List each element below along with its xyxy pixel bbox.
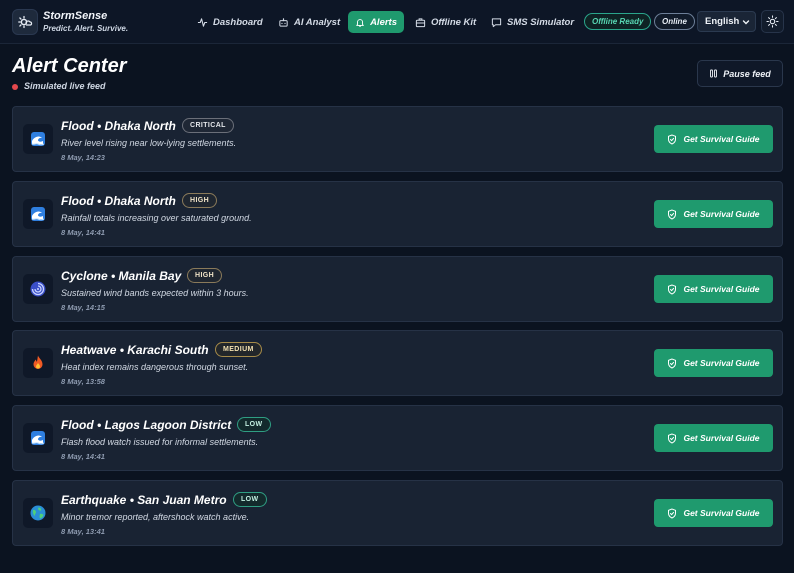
live-feed-label: Simulated live feed	[24, 81, 106, 91]
nav-ai-analyst[interactable]: AI Analyst	[271, 11, 347, 33]
get-survival-guide-button[interactable]: Get Survival Guide	[654, 200, 773, 228]
severity-badge: CRITICAL	[182, 118, 234, 133]
severity-badge: HIGH	[182, 193, 218, 208]
alert-card: Heatwave • Karachi South MEDIUM Heat index…	[12, 330, 783, 396]
alert-card: Flood • Dhaka North CRITICAL River level r…	[12, 106, 783, 172]
alert-timestamp: 8 May, 13:58	[61, 377, 105, 386]
alert-title: Cyclone • Manila Bay	[61, 269, 182, 283]
alert-timestamp: 8 May, 14:41	[61, 452, 105, 461]
survival-guide-label: Get Survival Guide	[683, 508, 760, 518]
severity-badge: MEDIUM	[215, 342, 262, 357]
get-survival-guide-button[interactable]: Get Survival Guide	[654, 275, 773, 303]
language-select-value: English	[705, 16, 740, 27]
top-bar: StormSense Predict. Alert. Survive. Dash…	[0, 0, 794, 44]
shield-check-icon	[668, 357, 677, 369]
alert-timestamp: 8 May, 13:41	[61, 527, 105, 536]
storm-sun-icon[interactable]	[12, 9, 38, 35]
activity-icon	[197, 17, 208, 27]
alert-description: River level rising near low-lying settle…	[61, 138, 237, 148]
get-survival-guide-button[interactable]: Get Survival Guide	[654, 499, 773, 527]
pause-feed-label: Pause feed	[723, 68, 771, 79]
shield-check-icon	[668, 208, 677, 220]
brand-tagline: Predict. Alert. Survive.	[43, 24, 129, 33]
survival-guide-label: Get Survival Guide	[683, 284, 760, 294]
survival-guide-label: Get Survival Guide	[683, 358, 760, 368]
pause-icon	[710, 69, 718, 78]
get-survival-guide-button[interactable]: Get Survival Guide	[654, 424, 773, 452]
alert-timestamp: 8 May, 14:41	[61, 228, 105, 237]
flood-wave-icon	[23, 423, 53, 453]
shield-check-icon	[668, 432, 677, 444]
shield-check-icon	[668, 133, 677, 145]
severity-badge: LOW	[233, 492, 267, 507]
bot-icon	[279, 17, 288, 27]
nav-alerts[interactable]: Alerts	[348, 11, 404, 33]
alert-description: Rainfall totals increasing over saturate…	[61, 213, 252, 223]
pause-feed-button[interactable]: Pause feed	[697, 60, 783, 87]
fire-icon	[23, 348, 53, 378]
alert-title: Flood • Lagos Lagoon District	[61, 418, 232, 432]
get-survival-guide-button[interactable]: Get Survival Guide	[654, 125, 773, 153]
alert-title: Flood • Dhaka North	[61, 119, 176, 133]
cyclone-icon	[23, 274, 53, 304]
shield-check-icon	[668, 507, 677, 519]
alert-title: Earthquake • San Juan Metro	[61, 493, 227, 507]
nav-dashboard[interactable]: Dashboard	[190, 11, 270, 33]
nav-dashboard-label: Dashboard	[213, 16, 263, 28]
nav-alerts-label: Alerts	[370, 16, 397, 28]
online-status-badge: Online	[654, 13, 695, 30]
sun-icon	[766, 15, 779, 28]
survival-guide-label: Get Survival Guide	[683, 209, 760, 219]
globe-icon	[23, 498, 53, 528]
flood-wave-icon	[23, 199, 53, 229]
nav-sms-simulator-label: SMS Simulator	[507, 16, 575, 28]
alert-card: Flood • Dhaka North HIGH Rainfall totals i…	[12, 181, 783, 247]
offline-ready-badge: Offline Ready	[584, 13, 652, 30]
nav-sms-simulator[interactable]: SMS Simulator	[484, 11, 581, 33]
theme-toggle-button[interactable]	[761, 10, 784, 33]
flood-wave-icon	[23, 124, 53, 154]
alert-title: Flood • Dhaka North	[61, 194, 176, 208]
bell-icon	[356, 18, 364, 27]
alert-description: Minor tremor reported, aftershock watch …	[61, 512, 250, 522]
survival-guide-label: Get Survival Guide	[683, 433, 760, 443]
alert-description: Flash flood watch issued for informal se…	[61, 437, 259, 447]
survival-guide-label: Get Survival Guide	[683, 134, 760, 144]
alert-card: Earthquake • San Juan Metro LOW Minor trem…	[12, 480, 783, 546]
language-select[interactable]: English	[697, 11, 756, 32]
kit-icon	[415, 17, 426, 27]
page-title: Alert Center	[12, 55, 127, 77]
message-icon	[491, 17, 502, 27]
alert-timestamp: 8 May, 14:23	[61, 153, 105, 162]
live-indicator-dot	[12, 84, 18, 90]
severity-badge: LOW	[237, 417, 271, 432]
brand-name: StormSense	[43, 10, 108, 22]
severity-badge: HIGH	[187, 268, 223, 283]
nav-ai-analyst-label: AI Analyst	[294, 16, 341, 28]
nav-offline-kit-label: Offline Kit	[431, 16, 477, 28]
alert-title: Heatwave • Karachi South	[61, 343, 209, 357]
alert-description: Sustained wind bands expected within 3 h…	[61, 288, 249, 298]
nav-offline-kit[interactable]: Offline Kit	[408, 11, 483, 33]
alert-timestamp: 8 May, 14:15	[61, 303, 105, 312]
get-survival-guide-button[interactable]: Get Survival Guide	[654, 349, 773, 377]
chevron-down-icon	[742, 19, 750, 24]
alert-card: Flood • Lagos Lagoon District LOW Flash fl…	[12, 405, 783, 471]
shield-check-icon	[668, 283, 677, 295]
alert-description: Heat index remains dangerous through sun…	[61, 362, 249, 372]
alert-card: Cyclone • Manila Bay HIGH Sustained wind b…	[12, 256, 783, 322]
